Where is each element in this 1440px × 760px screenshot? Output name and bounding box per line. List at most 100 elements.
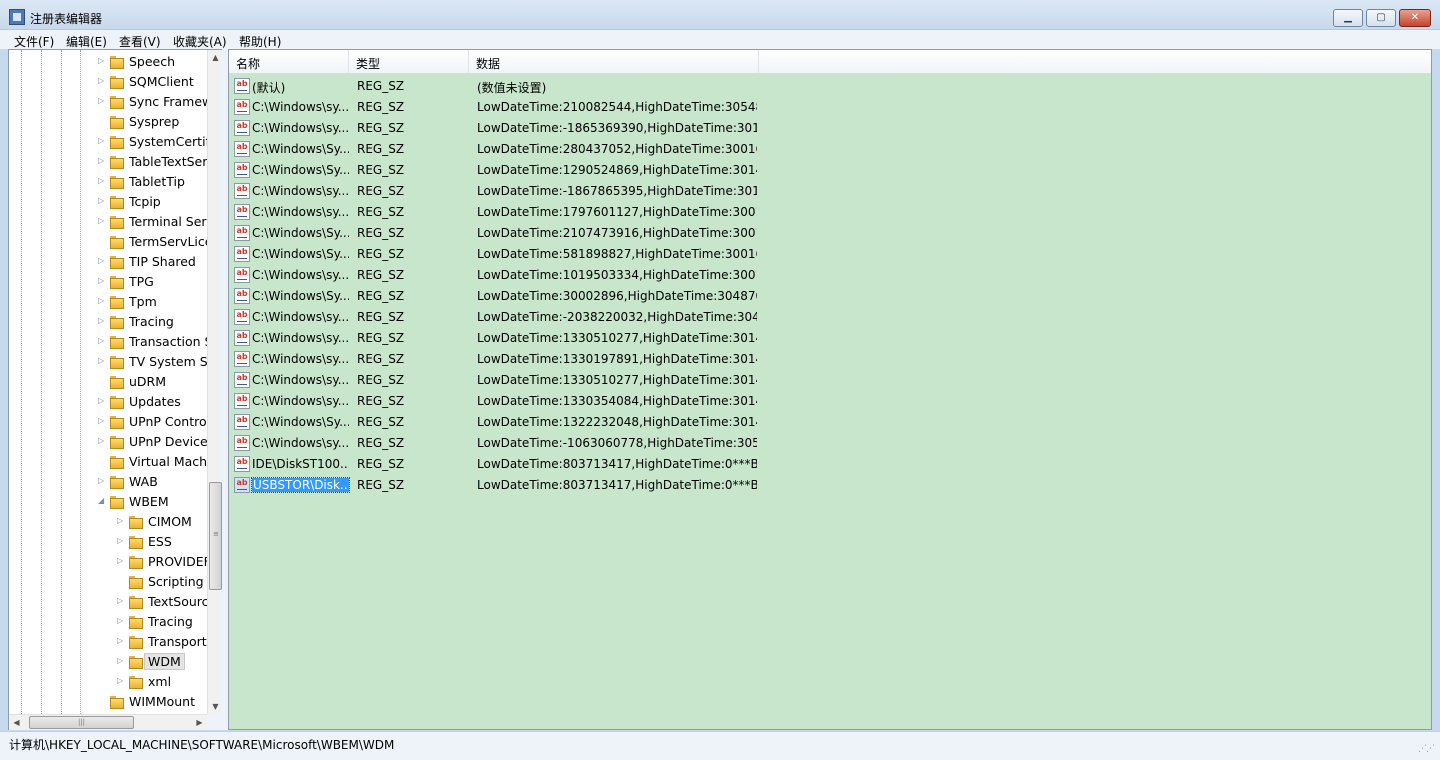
list-item[interactable]: ab USBSTOR\Disk... REG_SZ LowDateTime:80371… [229, 475, 1431, 496]
tree-item[interactable]: ▷ Updates [98, 392, 207, 412]
list-item[interactable]: ab C:\Windows\sy... REG_SZ LowDateTime:2100… [229, 97, 1431, 118]
tree-item[interactable]: ▷ Transport [117, 632, 207, 652]
tree-item[interactable]: ▷ Sync Framew [98, 92, 207, 112]
scroll-left-icon[interactable]: ◀ [9, 715, 24, 730]
tree-item[interactable]: ▷ Speech [98, 52, 207, 72]
expand-arrow-icon[interactable]: ▷ [98, 276, 106, 286]
tree-item[interactable]: ▷ TPG [98, 272, 207, 292]
expand-arrow-icon[interactable]: ▷ [98, 196, 106, 206]
list-item[interactable]: ab C:\Windows\Sy... REG_SZ LowDateTime:5818… [229, 244, 1431, 265]
tree-item[interactable]: ▷ xml [117, 672, 207, 692]
tree-item[interactable]: ▷ CIMOM [117, 512, 207, 532]
tree-item[interactable]: ▷ Tracing [98, 312, 207, 332]
expand-arrow-icon[interactable]: ▷ [117, 536, 125, 546]
menu-edit[interactable]: 编辑(E) [66, 33, 107, 50]
list-item[interactable]: ab C:\Windows\sy... REG_SZ LowDateTime:-203… [229, 307, 1431, 328]
tree-hscroll-thumb[interactable]: ||| [29, 716, 134, 729]
expand-arrow-icon[interactable]: ▷ [117, 596, 125, 606]
list-item[interactable]: ab C:\Windows\Sy... REG_SZ LowDateTime:1322… [229, 412, 1431, 433]
list-item[interactable]: ab C:\Windows\Sy... REG_SZ LowDateTime:2804… [229, 139, 1431, 160]
tree-item[interactable]: ▷ PROVIDEF [117, 552, 207, 572]
expand-arrow-icon[interactable]: ▷ [98, 296, 106, 306]
tree-item[interactable]: ▷ TV System Se [98, 352, 207, 372]
list-item[interactable]: ab IDE\DiskST100... REG_SZ LowDateTime:8037… [229, 454, 1431, 475]
expand-arrow-icon[interactable]: ▷ [98, 436, 106, 446]
menu-file[interactable]: 文件(F) [14, 33, 54, 50]
tree-item[interactable]: ▷ ESS [117, 532, 207, 552]
key-tree-pane[interactable]: ▷ Speech ▷ SQMClient ▷ Sync Framew Sysprep ▷ Sys… [8, 49, 222, 730]
tree-item[interactable]: ▷ UPnP Device [98, 432, 207, 452]
list-item[interactable]: ab (默认) REG_SZ (数值未设置) [229, 76, 1431, 97]
menu-help[interactable]: 帮助(H) [239, 33, 281, 50]
list-item[interactable]: ab C:\Windows\sy... REG_SZ LowDateTime:1330… [229, 391, 1431, 412]
tree-item[interactable]: ▷ Tpm [98, 292, 207, 312]
list-item[interactable]: ab C:\Windows\sy... REG_SZ LowDateTime:-106… [229, 433, 1431, 454]
expand-arrow-icon[interactable]: ▷ [98, 156, 106, 166]
values-list-pane[interactable]: 名称 类型 数据 ab (默认) REG_SZ (数值未设置) ab C:\Windows… [228, 49, 1432, 730]
tree-item[interactable]: ▷ Tracing [117, 612, 207, 632]
expand-arrow-icon[interactable]: ▷ [98, 76, 106, 86]
menu-favorites[interactable]: 收藏夹(A) [173, 33, 227, 50]
expand-arrow-icon[interactable]: ▷ [98, 96, 106, 106]
tree-item[interactable]: ▷ TIP Shared [98, 252, 207, 272]
expand-arrow-icon[interactable]: ▷ [98, 316, 106, 326]
tree-vscroll-thumb[interactable]: ≡ [209, 482, 222, 590]
expand-arrow-icon[interactable]: ▷ [98, 136, 106, 146]
column-header-name[interactable]: 名称 [229, 50, 349, 73]
expand-arrow-icon[interactable]: ▷ [117, 636, 125, 646]
list-item[interactable]: ab C:\Windows\sy... REG_SZ LowDateTime:-186… [229, 181, 1431, 202]
close-button[interactable]: ✕ [1399, 9, 1431, 27]
column-header-data[interactable]: 数据 [469, 50, 759, 73]
maximize-button[interactable]: ▢ [1366, 9, 1396, 27]
list-item[interactable]: ab C:\Windows\sy... REG_SZ LowDateTime:1330… [229, 328, 1431, 349]
list-item[interactable]: ab C:\Windows\Sy... REG_SZ LowDateTime:2107… [229, 223, 1431, 244]
list-item[interactable]: ab C:\Windows\sy... REG_SZ LowDateTime:1019… [229, 265, 1431, 286]
tree-item[interactable]: ◢ WBEM [98, 492, 207, 512]
list-item[interactable]: ab C:\Windows\Sy... REG_SZ LowDateTime:3000… [229, 286, 1431, 307]
expand-arrow-icon[interactable]: ▷ [117, 616, 125, 626]
tree-item[interactable]: ▷ TableTextSer [98, 152, 207, 172]
tree-item[interactable]: Scripting [117, 572, 207, 592]
expand-arrow-icon[interactable]: ▷ [98, 176, 106, 186]
list-item[interactable]: ab C:\Windows\Sy... REG_SZ LowDateTime:1290… [229, 160, 1431, 181]
tree-item[interactable]: ▷ WDM [117, 652, 207, 672]
tree-horizontal-scrollbar[interactable]: ◀ ||| ▶ [9, 714, 207, 730]
expand-arrow-icon[interactable]: ▷ [98, 256, 106, 266]
tree-item[interactable]: Sysprep [98, 112, 207, 132]
column-header-type[interactable]: 类型 [349, 50, 469, 73]
tree-item[interactable]: WIMMount [98, 692, 207, 712]
tree-item[interactable]: ▷ Terminal Serv [98, 212, 207, 232]
list-item[interactable]: ab C:\Windows\sy... REG_SZ LowDateTime:1797… [229, 202, 1431, 223]
expand-arrow-icon[interactable]: ▷ [98, 56, 106, 66]
expand-arrow-icon[interactable]: ▷ [98, 216, 106, 226]
tree-item[interactable]: Virtual Machi [98, 452, 207, 472]
collapse-arrow-icon[interactable]: ◢ [98, 496, 106, 506]
expand-arrow-icon[interactable]: ▷ [98, 396, 106, 406]
tree-item[interactable]: ▷ Transaction S [98, 332, 207, 352]
expand-arrow-icon[interactable]: ▷ [98, 476, 106, 486]
expand-arrow-icon[interactable]: ▷ [98, 336, 106, 346]
scroll-down-icon[interactable]: ▼ [208, 699, 223, 714]
tree-item[interactable]: uDRM [98, 372, 207, 392]
tree-item[interactable]: ▷ WAB [98, 472, 207, 492]
size-grip-icon[interactable]: ⋰⋰ [1418, 744, 1435, 754]
expand-arrow-icon[interactable]: ▷ [117, 656, 125, 666]
tree-item[interactable]: ▷ SystemCertifi [98, 132, 207, 152]
minimize-button[interactable]: ▁ [1333, 9, 1363, 27]
expand-arrow-icon[interactable]: ▷ [117, 676, 125, 686]
list-item[interactable]: ab C:\Windows\sy... REG_SZ LowDateTime:-186… [229, 118, 1431, 139]
tree-item[interactable]: ▷ TextSourc [117, 592, 207, 612]
menu-view[interactable]: 查看(V) [119, 33, 161, 50]
tree-item[interactable]: ▷ TabletTip [98, 172, 207, 192]
expand-arrow-icon[interactable]: ▷ [98, 356, 106, 366]
tree-vertical-scrollbar[interactable]: ▲ ≡ ▼ [207, 50, 222, 714]
scroll-right-icon[interactable]: ▶ [192, 715, 207, 730]
tree-item[interactable]: ▷ UPnP Control [98, 412, 207, 432]
tree-item[interactable]: ▷ SQMClient [98, 72, 207, 92]
scroll-up-icon[interactable]: ▲ [208, 50, 223, 65]
tree-item[interactable]: ▷ Tcpip [98, 192, 207, 212]
expand-arrow-icon[interactable]: ▷ [117, 516, 125, 526]
tree-item[interactable]: TermServLice [98, 232, 207, 252]
expand-arrow-icon[interactable]: ▷ [117, 556, 125, 566]
list-item[interactable]: ab C:\Windows\sy... REG_SZ LowDateTime:1330… [229, 370, 1431, 391]
